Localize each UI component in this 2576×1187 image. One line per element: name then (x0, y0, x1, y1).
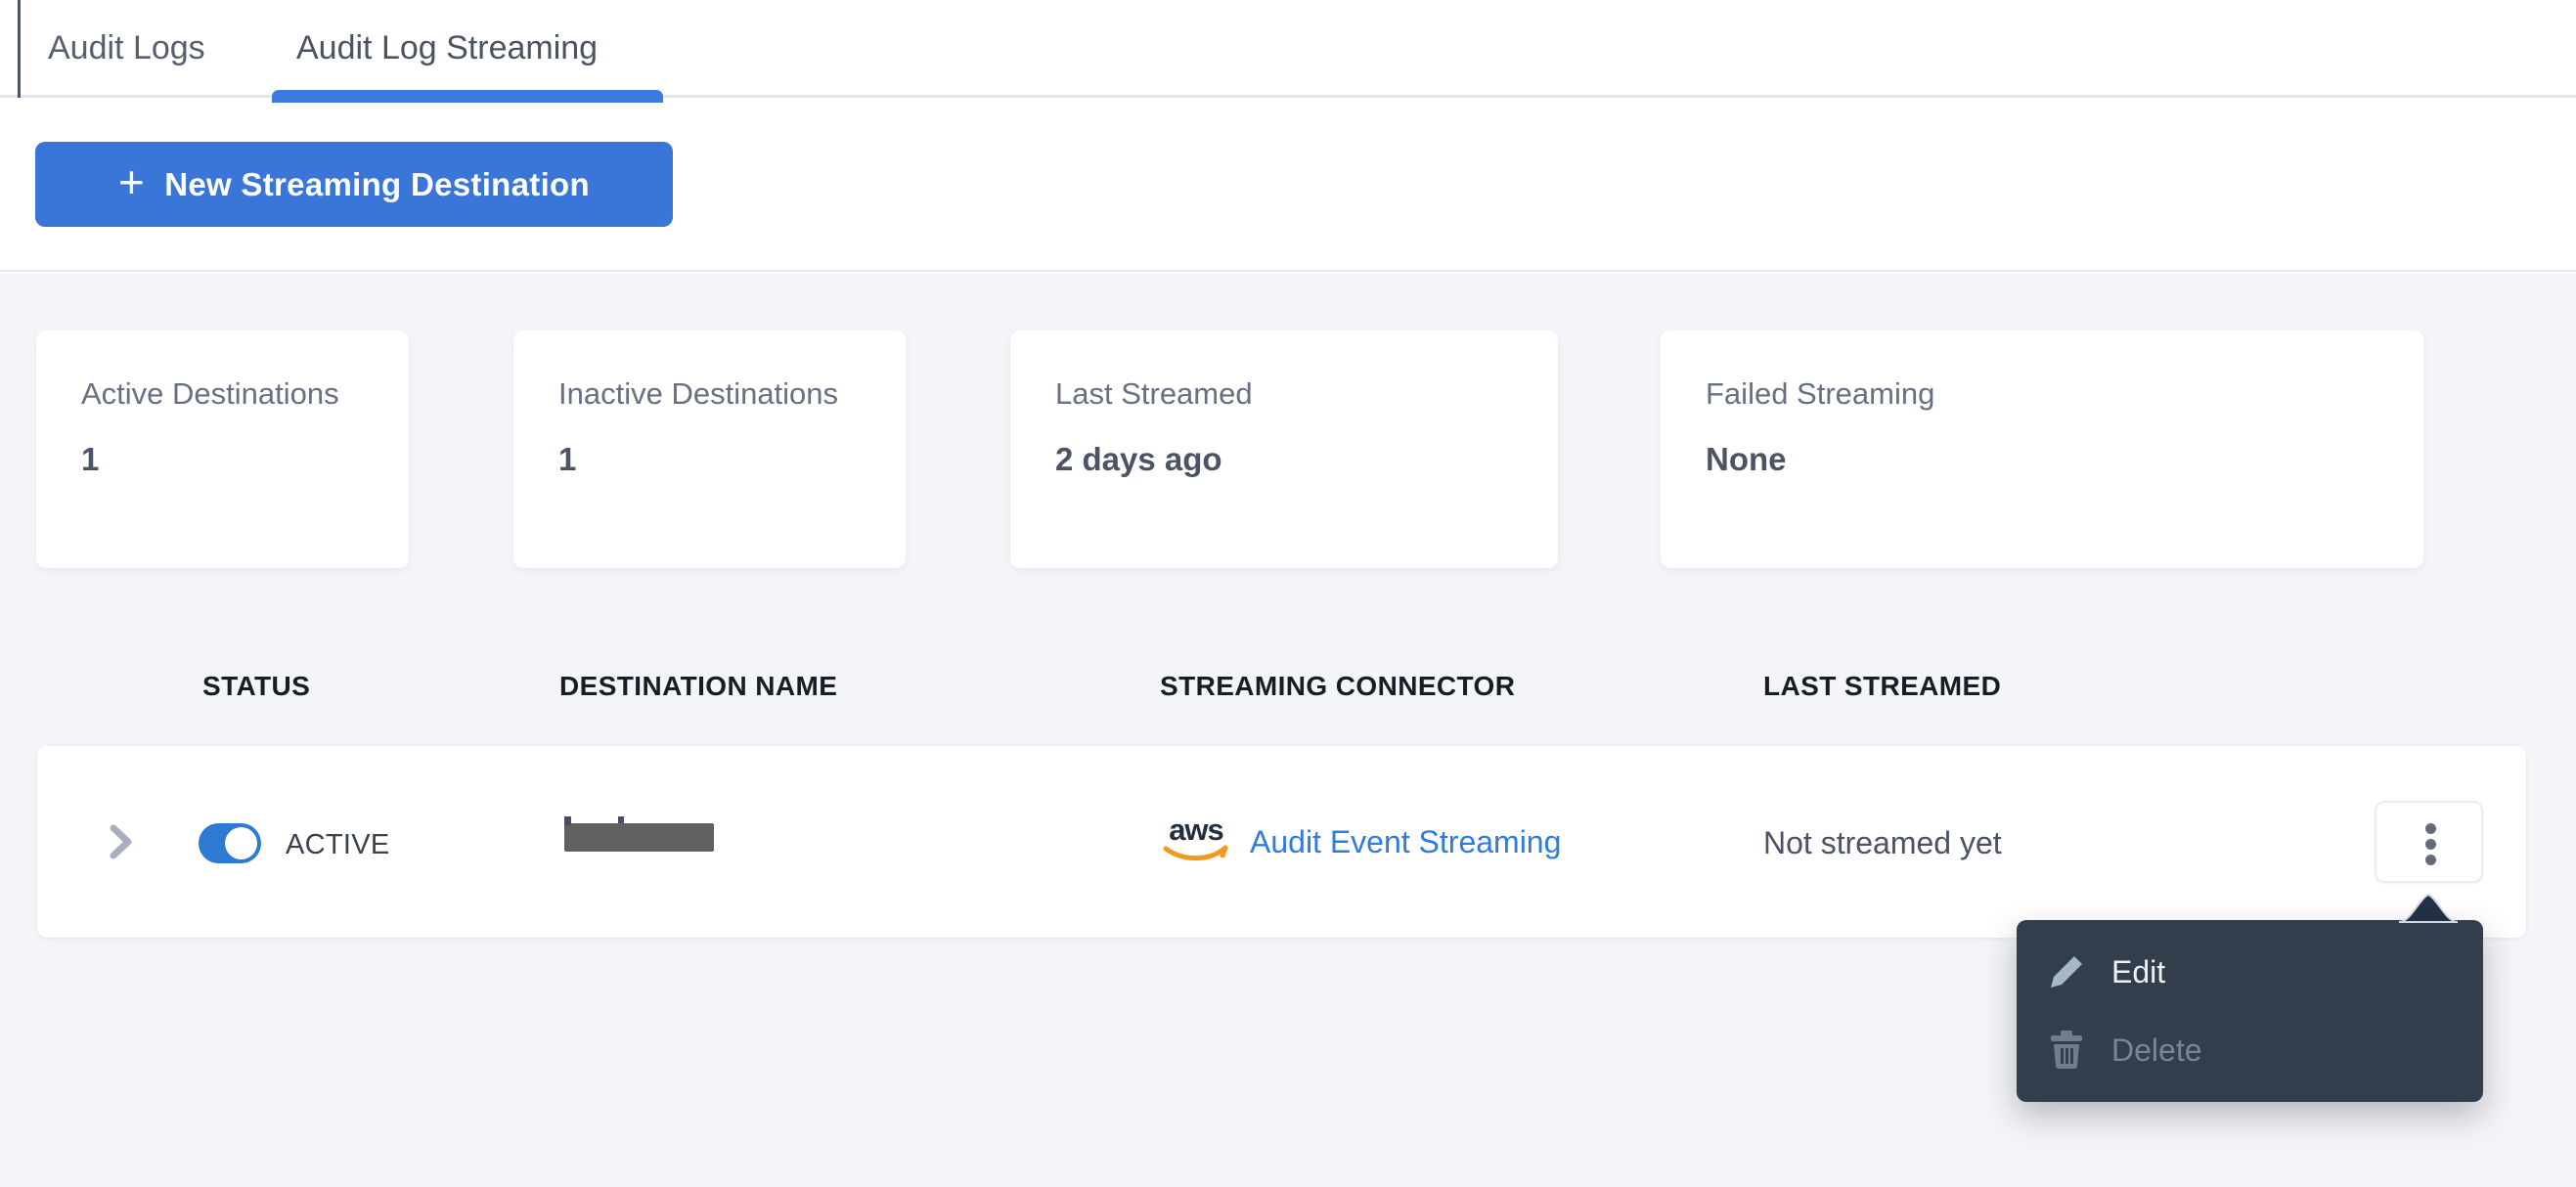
stat-card-failed-streaming: Failed Streaming None (1661, 330, 2423, 568)
menu-caret-icon (2398, 893, 2459, 923)
kebab-menu-icon (2425, 855, 2436, 865)
status-badge: ACTIVE (286, 829, 390, 860)
stat-label: Failed Streaming (1706, 376, 1935, 411)
column-header-streaming-connector: STREAMING CONNECTOR (1160, 671, 1516, 701)
main-content: Active Destinations 1 Inactive Destinati… (0, 274, 2576, 1187)
stat-card-active-destinations: Active Destinations 1 (36, 330, 409, 568)
menu-item-label: Edit (2111, 953, 2166, 989)
row-actions-context-menu: Edit Delete (2017, 920, 2483, 1102)
stat-value: 1 (558, 441, 577, 477)
row-actions-kebab-button[interactable] (2375, 801, 2483, 883)
menu-item-edit[interactable]: Edit (2017, 942, 2483, 1002)
redaction-artifact (618, 816, 624, 823)
table-row: ACTIVE aws Audit Event Streaming Not str… (37, 746, 2526, 938)
stat-label: Active Destinations (81, 376, 339, 411)
stat-label: Inactive Destinations (558, 376, 839, 411)
stat-value: 2 days ago (1055, 441, 1222, 477)
menu-item-delete[interactable]: Delete (2017, 1020, 2483, 1080)
toggle-knob (225, 827, 257, 859)
tab-audit-logs[interactable]: Audit Logs (48, 29, 205, 67)
audit-log-streaming-page: Audit Logs Audit Log Streaming + New Str… (0, 0, 2576, 1187)
connector-link[interactable]: Audit Event Streaming (1250, 824, 1561, 860)
active-tab-indicator (272, 90, 663, 103)
pencil-icon (2047, 953, 2086, 990)
stat-card-last-streamed: Last Streamed 2 days ago (1010, 330, 1558, 568)
stat-value: None (1706, 441, 1787, 477)
stat-value: 1 (81, 441, 100, 477)
last-streamed-value: Not streamed yet (1763, 825, 2002, 860)
redacted-destination-name (564, 823, 714, 852)
aws-logo-icon: aws (1163, 814, 1229, 873)
column-header-destination-name: DESTINATION NAME (559, 671, 838, 701)
tab-audit-log-streaming[interactable]: Audit Log Streaming (296, 29, 598, 67)
new-streaming-destination-label: New Streaming Destination (164, 165, 590, 202)
toolbar: + New Streaming Destination (0, 101, 2576, 272)
chevron-right-icon[interactable] (109, 824, 134, 859)
trash-icon (2047, 1031, 2086, 1070)
kebab-menu-icon (2425, 839, 2436, 850)
column-header-last-streamed: LAST STREAMED (1763, 671, 2002, 701)
kebab-menu-icon (2425, 823, 2436, 834)
aws-wordmark: aws (1169, 813, 1224, 847)
column-header-status: STATUS (202, 671, 311, 701)
stat-label: Last Streamed (1055, 376, 1253, 411)
tab-bar: Audit Logs Audit Log Streaming (0, 0, 2576, 103)
redaction-artifact (564, 816, 571, 825)
panel-edge-divider (18, 0, 21, 98)
plus-icon: + (118, 156, 146, 207)
stat-card-inactive-destinations: Inactive Destinations 1 (513, 330, 906, 568)
menu-item-label: Delete (2111, 1032, 2202, 1068)
new-streaming-destination-button[interactable]: + New Streaming Destination (35, 142, 673, 227)
status-toggle[interactable] (199, 823, 261, 863)
